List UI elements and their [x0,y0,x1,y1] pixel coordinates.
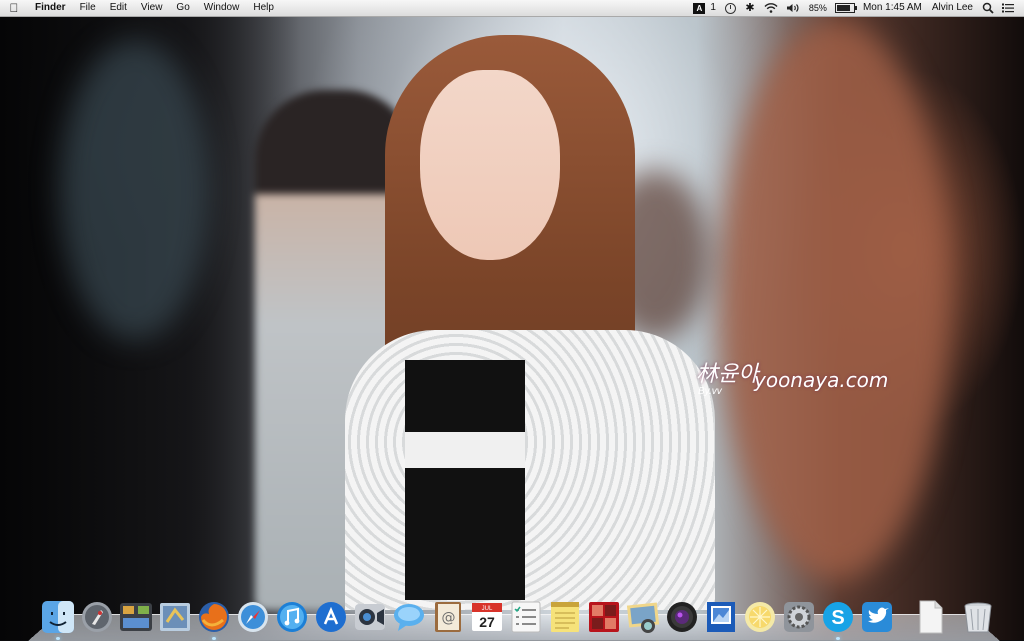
apple-icon[interactable]:  [0,0,28,16]
wallpaper-watermark: 林윤아 yoonaya.com By.vv [676,350,888,410]
mission-control-icon[interactable] [119,600,153,634]
watermark-by: By.vv [698,386,722,397]
watermark-site: yoonaya.com [754,368,889,392]
calendar-day: 27 [479,614,495,630]
battery-icon[interactable] [834,3,857,13]
twitter-icon[interactable] [860,600,894,634]
status-area: A 1 ✱ 85% Mon 1:45 AM Alvin Lee [689,0,1024,16]
adobe-badge: 1 [710,2,716,13]
dock: @ JUL 27 S [38,590,998,640]
mail-icon[interactable] [158,600,192,634]
menu-help[interactable]: Help [246,0,281,16]
adobe-icon[interactable]: A [693,2,706,14]
wallpaper-blur-left [60,40,210,340]
user-name[interactable]: Alvin Lee [927,0,978,16]
volume-icon[interactable] [786,3,800,13]
menu-app-finder[interactable]: Finder [28,0,73,16]
menu-edit[interactable]: Edit [103,0,134,16]
dashboard-icon[interactable] [743,600,777,634]
launchpad-icon[interactable] [80,600,114,634]
itunes-icon[interactable] [275,600,309,634]
time-machine-icon[interactable] [724,2,736,14]
menu-window[interactable]: Window [197,0,247,16]
menu-file[interactable]: File [73,0,103,16]
app-store-icon[interactable] [314,600,348,634]
preview-icon[interactable] [704,600,738,634]
contacts-icon[interactable]: @ [431,600,465,634]
desktop-wallpaper: 林윤아 yoonaya.com By.vv [0,0,1024,640]
wallpaper-face [420,70,560,260]
safari-icon[interactable] [236,600,270,634]
wifi-icon[interactable] [764,3,778,13]
aperture-icon[interactable] [665,600,699,634]
trash-icon[interactable] [961,600,995,634]
menu-bar:  Finder File Edit View Go Window Help A… [0,0,1024,17]
calendar-icon[interactable]: JUL 27 [470,600,504,634]
notification-center-icon[interactable] [1002,2,1014,14]
battery-percent: 85% [808,3,827,13]
watermark-name: 林윤아 [696,362,759,387]
bluetooth-icon[interactable]: ✱ [744,2,756,14]
iphoto-icon[interactable] [626,600,660,634]
notes-icon[interactable] [548,600,582,634]
firefox-icon[interactable] [197,600,231,640]
wallpaper-jacket [345,330,715,610]
photo-booth-icon[interactable] [587,600,621,634]
clock[interactable]: Mon 1:45 AM [858,0,927,16]
document-stack-icon[interactable] [913,600,947,634]
reminders-icon[interactable] [509,600,543,634]
svg-text:@: @ [441,610,455,626]
skype-icon[interactable]: S [821,600,855,640]
system-preferences-icon[interactable] [782,600,816,634]
menu-view[interactable]: View [134,0,170,16]
svg-text:S: S [831,607,844,629]
wallpaper-blur-right [720,20,950,580]
finder-icon[interactable] [41,600,75,640]
calendar-month: JUL [481,606,492,612]
spotlight-icon[interactable] [982,2,994,14]
menu-go[interactable]: Go [169,0,196,16]
wallpaper-shirt [405,360,525,600]
facetime-icon[interactable] [353,600,387,634]
messages-icon[interactable] [392,600,426,634]
